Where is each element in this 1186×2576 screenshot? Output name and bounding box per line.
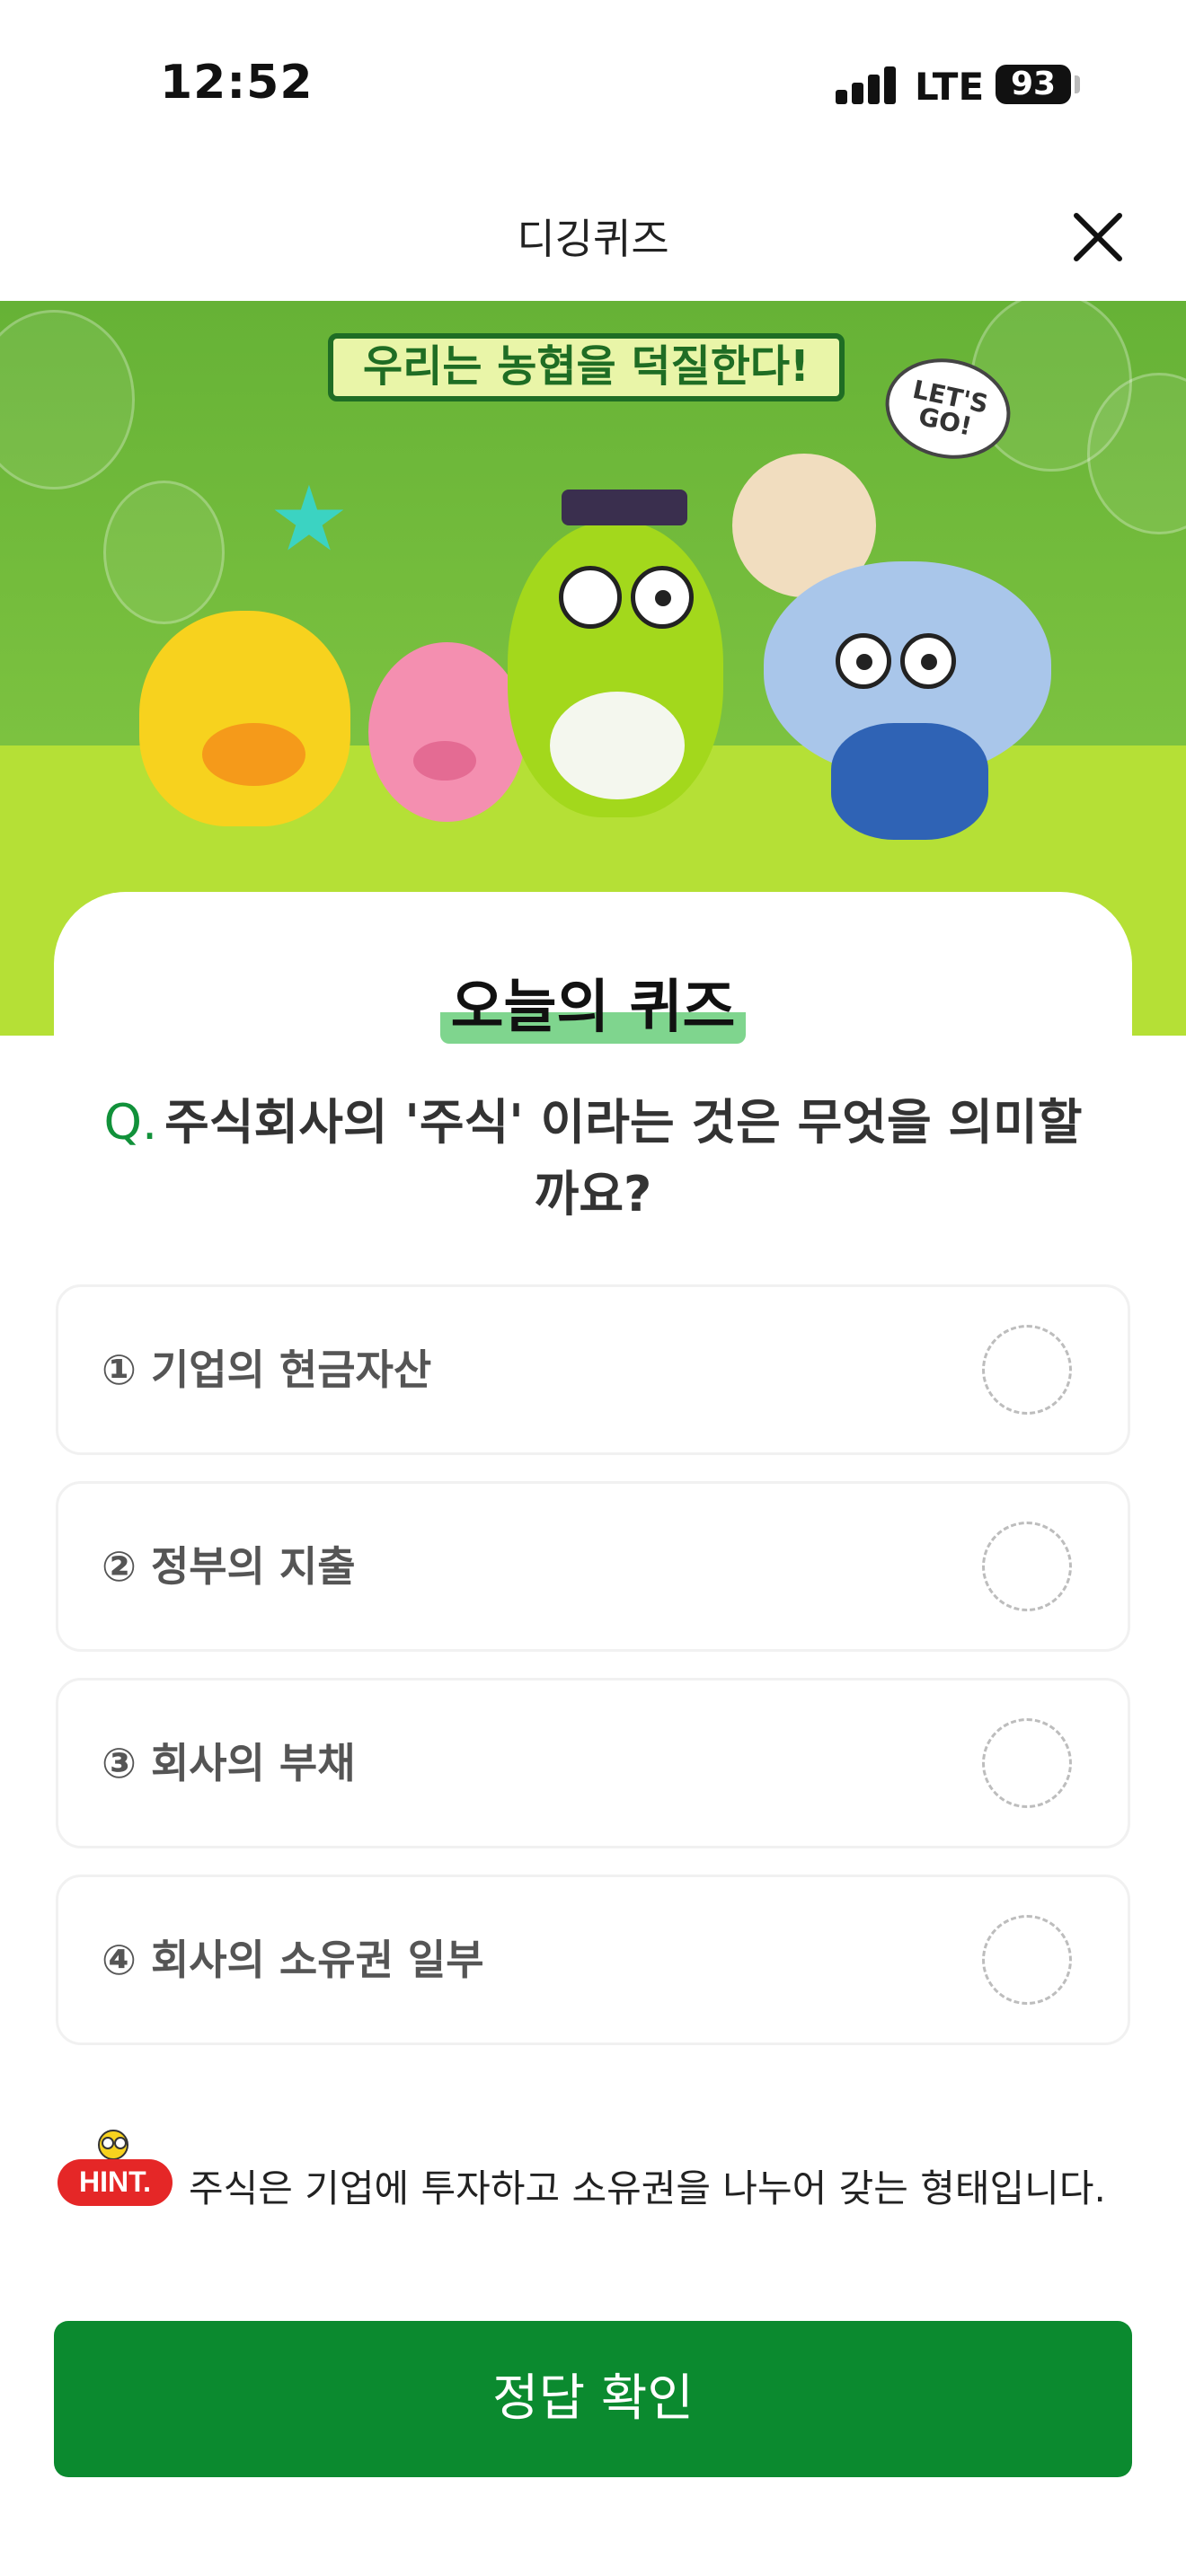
answer-radio[interactable] bbox=[982, 1522, 1072, 1611]
answer-option-label: ③ 회사의 부채 bbox=[102, 1739, 356, 1787]
elephant-eye bbox=[900, 633, 956, 689]
answer-option-4[interactable]: ④ 회사의 소유권 일부 bbox=[56, 1875, 1130, 2045]
green-character-eye bbox=[559, 566, 622, 629]
star-icon: ★ bbox=[269, 466, 350, 571]
green-character-eye bbox=[631, 566, 694, 629]
answer-option-3[interactable]: ③ 회사의 부채 bbox=[56, 1678, 1130, 1848]
app-header: 디깅퀴즈 bbox=[0, 171, 1186, 301]
answer-radio[interactable] bbox=[982, 1325, 1072, 1415]
close-icon[interactable] bbox=[1064, 203, 1132, 271]
pig-snout bbox=[413, 741, 476, 781]
elephant-body bbox=[831, 723, 988, 840]
answer-option-label: ④ 회사의 소유권 일부 bbox=[102, 1936, 484, 1984]
battery-icon: 93 bbox=[996, 65, 1071, 104]
quiz-title-wrap: 오늘의 퀴즈 bbox=[0, 961, 1186, 1044]
duck-character bbox=[139, 611, 350, 826]
network-type: LTE bbox=[915, 65, 985, 109]
banner-slogan: 우리는 농협을 덕질한다! bbox=[328, 333, 845, 401]
question-prefix: Q. bbox=[103, 1094, 158, 1151]
answer-option-2[interactable]: ② 정부의 지출 bbox=[56, 1481, 1130, 1652]
check-answer-button[interactable]: 정답 확인 bbox=[54, 2321, 1132, 2477]
balloon-decoration bbox=[103, 481, 225, 624]
cellular-signal-icon bbox=[836, 66, 897, 104]
page-title: 디깅퀴즈 bbox=[517, 215, 669, 263]
answer-option-label: ① 기업의 현금자산 bbox=[102, 1345, 432, 1394]
duck-beak bbox=[202, 723, 305, 786]
hint-mascot-icon: HINT. bbox=[58, 2130, 173, 2206]
hint-section: HINT. 주식은 기업에 투자하고 소유권을 나누어 갖는 형태입니다. bbox=[54, 2127, 1132, 2280]
question-text: 주식회사의 '주식' 이라는 것은 무엇을 의미할까요? bbox=[164, 1094, 1083, 1222]
battery-nub bbox=[1075, 75, 1080, 93]
elephant-eye bbox=[836, 633, 891, 689]
answer-radio[interactable] bbox=[982, 1718, 1072, 1808]
status-bar: 12:52 LTE 93 bbox=[0, 0, 1186, 171]
answer-radio[interactable] bbox=[982, 1915, 1072, 2005]
answer-option-label: ② 정부의 지출 bbox=[102, 1542, 356, 1591]
green-character-belly bbox=[550, 692, 685, 799]
answer-option-1[interactable]: ① 기업의 현금자산 bbox=[56, 1284, 1130, 1455]
quiz-question: Q. 주식회사의 '주식' 이라는 것은 무엇을 의미할까요? bbox=[90, 1087, 1096, 1231]
graduation-cap bbox=[562, 490, 687, 525]
pig-character bbox=[368, 642, 526, 822]
status-time: 12:52 bbox=[160, 56, 314, 110]
hint-text: 주식은 기업에 투자하고 소유권을 나누어 갖는 형태입니다. bbox=[189, 2166, 1106, 2210]
hint-badge-label: HINT. bbox=[79, 2166, 151, 2198]
quiz-section-title: 오늘의 퀴즈 bbox=[439, 961, 747, 1044]
